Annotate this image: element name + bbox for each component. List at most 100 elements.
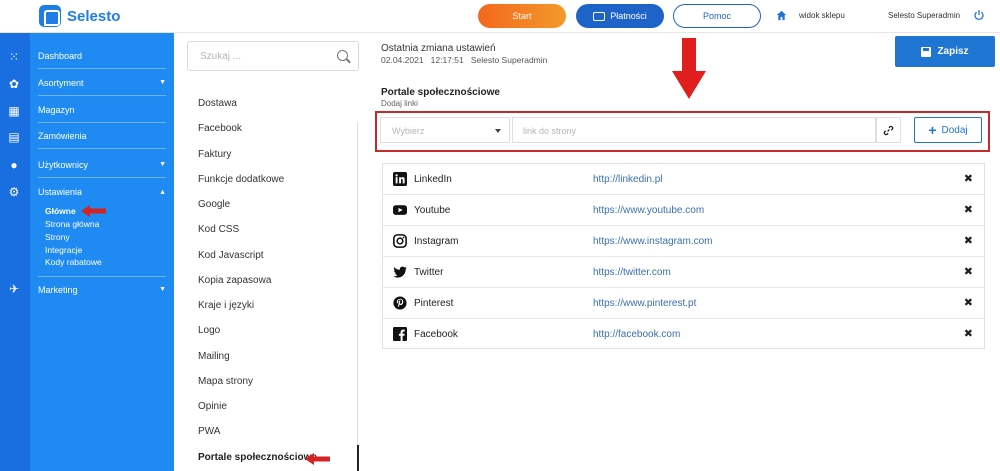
- delete-icon[interactable]: ✖: [964, 327, 973, 340]
- portal-select[interactable]: Wybierz: [380, 117, 510, 143]
- portal-select-value: Wybierz: [392, 126, 425, 136]
- submenu-item-discount-codes[interactable]: Kody rabatowe: [45, 257, 102, 267]
- settings-item[interactable]: Mapa strony: [198, 376, 253, 387]
- settings-item[interactable]: Kod Javascript: [198, 250, 264, 261]
- last-change-title: Ostatnia zmiana ustawień: [381, 43, 496, 54]
- save-label: Zapisz: [937, 46, 969, 57]
- settings-item[interactable]: Dostawa: [198, 98, 237, 109]
- settings-item[interactable]: Mailing: [198, 351, 230, 362]
- sidebar-item-label: Asortyment: [38, 77, 84, 88]
- home-icon[interactable]: [776, 10, 787, 21]
- settings-item[interactable]: Kraje i języki: [198, 300, 254, 311]
- submenu-item-home-page[interactable]: Strona główna: [45, 219, 99, 229]
- sidebar-item-label: Marketing: [38, 284, 78, 295]
- link-url[interactable]: https://twitter.com: [593, 267, 671, 278]
- payments-label: Płatności: [610, 11, 647, 21]
- payments-button[interactable]: Płatności: [576, 4, 664, 28]
- main-sidebar: Dashboard Asortyment ▼ Magazyn Zamówieni…: [30, 33, 174, 471]
- search-input-placeholder[interactable]: Szukaj ...: [200, 51, 241, 62]
- pinterest-icon: [393, 296, 407, 310]
- shop-view-link[interactable]: widok sklepu: [799, 11, 845, 20]
- delete-icon[interactable]: ✖: [964, 296, 973, 309]
- chain-link-icon: [883, 125, 894, 135]
- caret-down-icon: ▼: [159, 79, 166, 86]
- settings-item[interactable]: Faktury: [198, 149, 231, 160]
- settings-item[interactable]: Logo: [198, 325, 220, 336]
- linkedin-icon: [393, 172, 407, 186]
- sidebar-item-users[interactable]: Użytkownicy ▼: [38, 152, 166, 178]
- sidebar-item-label: Ustawienia: [38, 187, 83, 197]
- link-url[interactable]: http://linkedin.pl: [593, 174, 663, 185]
- link-input[interactable]: link do strony: [512, 117, 876, 143]
- caret-down-icon: ▼: [159, 286, 166, 293]
- link-url[interactable]: https://www.pinterest.pt: [593, 298, 696, 309]
- active-item-indicator: [357, 445, 359, 471]
- link-button[interactable]: [876, 117, 901, 143]
- sidebar-item-orders[interactable]: Zamówienia: [38, 123, 166, 149]
- sidebar-item-settings[interactable]: Ustawienia ▲: [38, 179, 166, 205]
- last-change-info: 02.04.2021 12:17:51 Selesto Superadmin: [381, 55, 547, 65]
- sidebar-item-assortment[interactable]: Asortyment ▼: [38, 70, 166, 96]
- instagram-icon: [393, 234, 407, 248]
- table-row: Pinterest https://www.pinterest.pt ✖: [383, 288, 984, 319]
- delete-icon[interactable]: ✖: [964, 203, 973, 216]
- settings-item[interactable]: Facebook: [198, 123, 242, 134]
- sidebar-item-label: Zamówienia: [38, 130, 87, 141]
- marketing-megaphone-icon[interactable]: ✈: [7, 282, 21, 296]
- caret-down-icon: ▼: [159, 161, 166, 168]
- orders-clipboard-icon[interactable]: ▤: [7, 130, 21, 144]
- add-label: Dodaj: [941, 124, 968, 136]
- settings-gear-icon[interactable]: ⚙: [7, 185, 21, 199]
- users-icon[interactable]: ●: [7, 158, 21, 172]
- red-arrow-pointer-icon: [81, 205, 106, 217]
- link-name: Youtube: [414, 205, 451, 216]
- sidebar-item-label: Użytkownicy: [38, 159, 89, 170]
- settings-item[interactable]: Kopia zapasowa: [198, 275, 271, 286]
- sidebar-item-dashboard[interactable]: Dashboard: [38, 43, 166, 69]
- brand-logo[interactable]: Selesto: [39, 5, 120, 27]
- delete-icon[interactable]: ✖: [964, 172, 973, 185]
- brand-name: Selesto: [67, 7, 121, 25]
- assortment-icon[interactable]: ✿: [7, 77, 21, 91]
- top-bar: Selesto Start Płatności Pomoc widok skle…: [0, 0, 1000, 33]
- table-row: LinkedIn http://linkedin.pl ✖: [383, 164, 984, 195]
- help-button[interactable]: Pomoc: [673, 4, 761, 28]
- twitter-icon: [393, 266, 407, 278]
- settings-item[interactable]: PWA: [198, 426, 220, 437]
- delete-icon[interactable]: ✖: [964, 234, 973, 247]
- sidebar-item-warehouse[interactable]: Magazyn: [38, 97, 166, 123]
- submenu-item-integrations[interactable]: Integracje: [45, 245, 82, 255]
- search-icon[interactable]: [337, 50, 348, 61]
- save-button[interactable]: Zapisz: [895, 36, 995, 67]
- submenu-item-pages[interactable]: Strony: [45, 232, 70, 242]
- warehouse-icon[interactable]: ▦: [7, 104, 21, 118]
- plus-icon: +: [928, 122, 937, 138]
- last-change-time: 12:17:51: [430, 55, 464, 65]
- last-change-date: 02.04.2021: [381, 55, 424, 65]
- logout-power-icon[interactable]: [973, 9, 985, 21]
- settings-item[interactable]: Google: [198, 199, 230, 210]
- settings-item-social-portals[interactable]: Portale społecznościowe: [198, 452, 317, 463]
- chevron-down-icon: [495, 129, 501, 133]
- link-url[interactable]: http://facebook.com: [593, 329, 680, 340]
- table-row: Twitter https://twitter.com ✖: [383, 257, 984, 288]
- sidebar-item-marketing[interactable]: Marketing ▼: [38, 276, 166, 302]
- delete-icon[interactable]: ✖: [964, 265, 973, 278]
- settings-item[interactable]: Opinie: [198, 401, 227, 412]
- dashboard-grid-icon[interactable]: ⁙: [7, 50, 21, 64]
- settings-item[interactable]: Kod CSS: [198, 224, 239, 235]
- link-url[interactable]: https://www.instagram.com: [593, 236, 712, 247]
- current-user: Selesto Superadmin: [888, 11, 961, 20]
- section-subtitle: Dodaj linki: [381, 99, 418, 108]
- settings-item[interactable]: Funkcje dodatkowe: [198, 174, 284, 185]
- link-name: Twitter: [414, 267, 444, 278]
- add-link-button[interactable]: + Dodaj: [914, 117, 982, 143]
- sidebar-item-label: Magazyn: [38, 104, 75, 115]
- settings-divider: [357, 123, 358, 471]
- settings-search[interactable]: Szukaj ...: [187, 41, 359, 71]
- social-links-table: LinkedIn http://linkedin.pl ✖ Youtube ht…: [382, 163, 985, 349]
- submenu-item-main[interactable]: Główne: [45, 206, 76, 216]
- red-arrow-pointer-icon: [305, 453, 330, 465]
- link-url[interactable]: https://www.youtube.com: [593, 205, 704, 216]
- start-button[interactable]: Start: [478, 4, 566, 28]
